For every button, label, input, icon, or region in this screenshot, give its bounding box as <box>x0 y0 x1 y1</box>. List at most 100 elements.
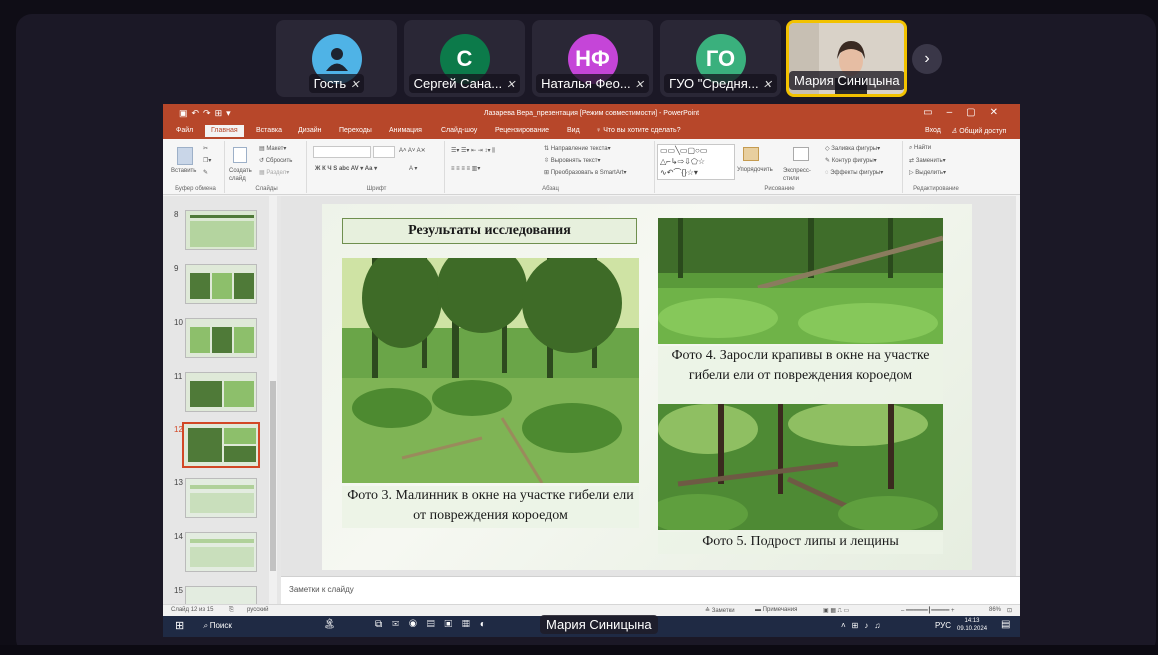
photo-raspberry <box>342 258 639 483</box>
font-family-input[interactable] <box>313 146 371 158</box>
zoom-slider[interactable]: – ━━━━━━┃━━━━━ + <box>901 607 955 614</box>
spellcheck-icon[interactable]: ⎘ <box>229 607 234 614</box>
slide-thumbnail-14[interactable] <box>185 532 257 572</box>
taskbar-search[interactable]: ⌕ Поиск <box>203 621 232 631</box>
tab-design[interactable]: Дизайн <box>298 127 322 134</box>
paste-icon[interactable] <box>177 147 193 165</box>
text-direction-button[interactable]: ⇅ Направление текста▾ <box>544 145 611 152</box>
signin-link[interactable]: Вход <box>925 127 941 134</box>
align-buttons[interactable]: ≡ ≡ ≡ ≡ ▥▾ <box>451 165 480 172</box>
font-size-input[interactable] <box>373 146 395 158</box>
reset-button[interactable]: ↺ Сбросить <box>259 157 292 164</box>
section-button[interactable]: ▦ Раздел▾ <box>259 169 289 176</box>
tab-view[interactable]: Вид <box>567 127 580 134</box>
tab-file[interactable]: Файл <box>176 127 193 134</box>
slide-thumbnail-12-selected[interactable] <box>182 422 260 468</box>
participant-tile-maria-video[interactable]: Мария Синицына <box>786 20 907 97</box>
slide-number: 9 <box>174 264 179 273</box>
tab-review[interactable]: Рецензирование <box>495 127 549 134</box>
find-button[interactable]: ⌕ Найти <box>909 145 931 152</box>
shapes-gallery[interactable]: ▭▭╲▭▢○▭ △⌐↳⇨⇩⬠☆ ∿↶⌒{}☆▾ <box>657 144 735 180</box>
comments-toggle[interactable]: ▬ Примечания <box>755 607 797 613</box>
group-slides: Создать слайд ▤ Макет▾ ↺ Сбросить ▦ Разд… <box>227 141 307 193</box>
fit-slide-icon[interactable]: ⊡ <box>1007 607 1012 614</box>
font-style-buttons[interactable]: Ж К Ч S abc AV ▾ Aa ▾ <box>315 165 377 172</box>
group-label: Абзац <box>542 186 559 192</box>
layout-button[interactable]: ▤ Макет▾ <box>259 145 286 152</box>
tab-transitions[interactable]: Переходы <box>339 127 372 134</box>
slide-number: 8 <box>174 210 179 219</box>
presenter-name-overlay: Мария Синицына <box>540 615 658 634</box>
list-buttons[interactable]: ☰▾ ☰▾ ⇤ ⇥ ↕▾ ⫼ <box>451 147 495 155</box>
language-indicator[interactable]: русский <box>247 607 269 613</box>
shape-outline-button[interactable]: ✎ Контур фигуры▾ <box>825 157 877 164</box>
zoom-level[interactable]: 86% <box>989 607 1001 613</box>
shape-fill-button[interactable]: ◇ Заливка фигуры▾ <box>825 145 880 152</box>
person-icon: ♙ <box>951 128 958 135</box>
participant-tile-natalia[interactable]: НФ Наталья Фео... ✕ <box>532 20 653 97</box>
notes-toggle[interactable]: ≙ Заметки <box>705 607 735 614</box>
search-icon: ⌕ <box>203 621 208 630</box>
next-participants-button[interactable]: › <box>912 44 942 74</box>
font-color-icon[interactable]: A ▾ <box>409 165 417 172</box>
tab-slideshow[interactable]: Слайд-шоу <box>441 127 477 134</box>
tray-icons[interactable]: ˄⊞♪♫ <box>841 621 886 630</box>
window-controls[interactable]: ▭–▢✕ <box>923 107 1012 118</box>
group-label: Редактирование <box>913 186 959 192</box>
window-title: Лазарева Вера_презентация [Режим совмест… <box>483 110 700 117</box>
smartart-button[interactable]: ⊞ Преобразовать в SmartArt▾ <box>544 169 627 176</box>
slide-thumbnail-8[interactable] <box>185 210 257 250</box>
slide-thumbnail-10[interactable] <box>185 318 257 358</box>
group-drawing: ▭▭╲▭▢○▭ △⌐↳⇨⇩⬠☆ ∿↶⌒{}☆▾ Упорядочить Экспре… <box>657 141 903 193</box>
group-label: Рисование <box>764 186 795 192</box>
quick-styles-icon[interactable] <box>793 147 809 161</box>
participant-tile-guo[interactable]: ГО ГУО "Средня... ✕ <box>660 20 781 97</box>
notifications-icon[interactable]: ▤ <box>1001 619 1010 630</box>
copy-icon[interactable]: ❐▾ <box>203 157 211 164</box>
mic-off-icon: ✕ <box>506 79 516 91</box>
tab-home[interactable]: Главная <box>205 125 244 137</box>
slide-thumbnail-13[interactable] <box>185 478 257 518</box>
tell-me-search[interactable]: ♀ Что вы хотите сделать? <box>596 127 681 134</box>
format-painter-icon[interactable]: ✎ <box>203 169 208 176</box>
slide-thumbnail-11[interactable] <box>185 372 257 412</box>
input-language[interactable]: РУС <box>935 621 951 630</box>
current-slide[interactable]: Результаты исследования Фото 3. Малинник… <box>322 204 972 570</box>
slide-thumbnail-15[interactable] <box>185 586 257 604</box>
group-font: A˄ A˅ A✕ Ж К Ч S abc AV ▾ Aa ▾ A ▾ Шрифт <box>309 141 445 193</box>
participant-tile-guest[interactable]: Гость ✕ <box>276 20 397 97</box>
slide-number: 10 <box>174 318 183 327</box>
notes-pane[interactable]: Заметки к слайду <box>281 576 1020 604</box>
scrollbar-thumb[interactable] <box>270 381 276 571</box>
mic-off-icon: ✕ <box>634 79 644 91</box>
island-widget-icon[interactable]: 🏝 <box>323 619 336 630</box>
clock[interactable]: 14:13 09.10.2024 <box>957 617 987 633</box>
replace-button[interactable]: ⇄ Заменить▾ <box>909 157 946 164</box>
align-text-button[interactable]: ⇳ Выровнять текст▾ <box>544 157 600 164</box>
shape-effects-button[interactable]: ◌ Эффекты фигуры▾ <box>825 169 883 176</box>
thumbnails-scrollbar[interactable] <box>269 196 277 604</box>
slide-canvas: Результаты исследования Фото 3. Малинник… <box>281 196 1016 576</box>
participant-name: Мария Синицына <box>789 71 904 90</box>
new-slide-icon[interactable] <box>233 147 247 163</box>
participant-tile-sergey[interactable]: С Сергей Сана... ✕ <box>404 20 525 97</box>
tab-insert[interactable]: Вставка <box>256 127 282 134</box>
ppt-titlebar: ▣↶↷⊞▾ Лазарева Вера_презентация [Режим с… <box>163 104 1020 124</box>
tab-animation[interactable]: Анимация <box>389 127 422 134</box>
select-button[interactable]: ▷ Выделить▾ <box>909 169 946 176</box>
share-button[interactable]: ♙ Общий доступ <box>951 127 1006 135</box>
caption-photo-5: Фото 5. Подрост липы и лещины <box>658 532 943 554</box>
view-buttons[interactable]: ▣ ▦ ⎍ ▭ <box>823 607 849 615</box>
group-clipboard: Вставить ✂ ❐▾ ✎ Буфер обмена <box>167 141 225 193</box>
participant-name: Сергей Сана... ✕ <box>404 74 525 93</box>
slide-thumbnail-9[interactable] <box>185 264 257 304</box>
taskbar-app-icons[interactable]: ⧉✉◉▤▣▦◐ <box>375 619 496 630</box>
font-grow-icon[interactable]: A˄ A˅ A✕ <box>399 147 426 154</box>
participant-name: Наталья Фео... ✕ <box>532 74 653 93</box>
ribbon-tabs: Файл Главная Вставка Дизайн Переходы Ани… <box>163 124 1020 139</box>
group-label: Буфер обмена <box>175 186 216 192</box>
group-editing: ⌕ Найти ⇄ Заменить▾ ▷ Выделить▾ Редактир… <box>905 141 967 193</box>
arrange-icon[interactable] <box>743 147 759 161</box>
cut-icon[interactable]: ✂ <box>203 145 208 152</box>
windows-start-icon[interactable]: ⊞ <box>175 619 184 632</box>
